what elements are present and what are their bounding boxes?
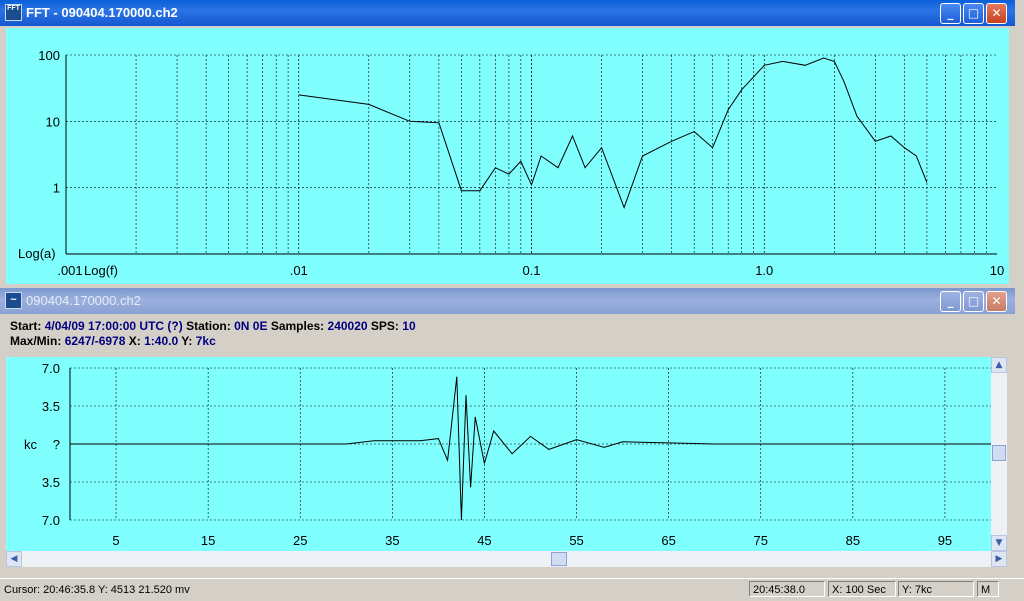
fft-plot-area[interactable]: 100 10 1 Log(a) .001 .01 0.1 1.0 10 Log(f) (6, 28, 1009, 284)
close-button[interactable]: ✕ (986, 3, 1007, 24)
maxmin-value: 6247/-6978 (64, 334, 126, 348)
seis-window-title: 090404.170000.ch2 (26, 293, 141, 308)
fft-y-axis-label: Log(a) (18, 246, 56, 261)
samples-label: Samples: (270, 319, 325, 333)
minimize-button[interactable]: _ (940, 291, 961, 312)
fft-y-tick-label: 1 (53, 181, 60, 196)
seis-x-tick-label: 95 (938, 533, 952, 548)
seis-x-tick-label: 25 (293, 533, 307, 548)
vertical-scroll-thumb[interactable] (992, 445, 1006, 461)
fft-x-tick-label: .001 (57, 263, 82, 278)
status-y-scale: Y: 7kc (898, 581, 974, 597)
seis-y-tick-label: 7.0 (42, 361, 60, 376)
seismogram-chart: 7.0 3.5? 3.5 7.0 kc 5 15 25 35 45 55 65 75 85 95 (24, 361, 991, 548)
scroll-down-button[interactable]: ▼ (991, 535, 1007, 551)
seis-y-tick-label: 3.5 (42, 475, 60, 490)
seis-x-tick-label: 5 (112, 533, 119, 548)
status-mode: M (977, 581, 999, 597)
scroll-left-button[interactable]: ◀ (6, 551, 22, 567)
station-label: Station: (186, 319, 231, 333)
fft-x-tick-label: 10 (990, 263, 1004, 278)
seis-title-bar[interactable]: ~ 090404.170000.ch2 _ □ ✕ (0, 288, 1015, 314)
seis-x-tick-label: 15 (201, 533, 215, 548)
close-button[interactable]: ✕ (986, 291, 1007, 312)
maxmin-label: Max/Min: (10, 334, 62, 348)
x-scale-value: 1:40.0 (144, 334, 179, 348)
status-x-scale: X: 100 Sec (828, 581, 896, 597)
x-scale-label: X: (128, 334, 141, 348)
seis-app-icon[interactable]: ~ (5, 292, 22, 309)
station-value: 0N 0E (234, 319, 268, 333)
seis-x-tick-label: 35 (385, 533, 399, 548)
seis-unit-label: kc (24, 437, 38, 452)
fft-y-tick-label: 100 (38, 48, 60, 63)
fft-x-tick-label: 1.0 (755, 263, 773, 278)
fft-window-title: FFT - 090404.170000.ch2 (26, 5, 178, 20)
seis-x-tick-label: 75 (754, 533, 768, 548)
fft-y-tick-label: 10 (46, 114, 60, 129)
info-row-1: Start: 4/04/09 17:00:00 UTC (?) Station:… (10, 319, 416, 333)
horizontal-scroll-thumb[interactable] (551, 552, 567, 566)
y-scale-value: 7kc (195, 334, 216, 348)
fft-window: FFT FFT - 090404.170000.ch2 _ □ ✕ 100 10 1… (0, 0, 1015, 288)
status-bar: Cursor: 20:46:35.8 Y: 4513 21.520 mv 20:… (0, 578, 1024, 601)
start-value: 4/04/09 17:00:00 UTC (?) (44, 319, 183, 333)
minimize-button[interactable]: _ (940, 3, 961, 24)
info-row-2: Max/Min: 6247/-6978 X: 1:40.0 Y: 7kc (10, 334, 216, 348)
sps-value: 10 (402, 319, 416, 333)
start-label: Start: (10, 319, 42, 333)
status-cursor: Cursor: 20:46:35.8 Y: 4513 21.520 mv (4, 584, 190, 596)
fft-spectrum-line (298, 57, 928, 210)
y-scale-label: Y: (181, 334, 193, 348)
fft-title-bar[interactable]: FFT FFT - 090404.170000.ch2 _ □ ✕ (0, 0, 1015, 26)
seis-x-tick-label: 55 (569, 533, 583, 548)
samples-value: 240020 (327, 319, 368, 333)
vertical-scrollbar[interactable]: ▲ ▼ (991, 357, 1007, 551)
fft-x-axis-label: Log(f) (84, 263, 118, 278)
maximize-button[interactable]: □ (963, 3, 984, 24)
seis-info-bar: Start: 4/04/09 17:00:00 UTC (?) Station:… (6, 318, 1018, 350)
status-time: 20:45:38.0 (749, 581, 825, 597)
seismogram-plot-area[interactable]: 7.0 3.5? 3.5 7.0 kc 5 15 25 35 45 55 65 75 85 95 (6, 357, 991, 551)
seis-y-tick-label: ? (53, 437, 60, 452)
scroll-right-button[interactable]: ▶ (991, 551, 1007, 567)
fft-x-tick-label: .01 (290, 263, 308, 278)
fft-chart: 100 10 1 Log(a).001 .01 0.1 1.0 10 Log(f) (18, 48, 1004, 278)
seis-x-tick-label: 45 (477, 533, 491, 548)
seis-x-tick-label: 85 (846, 533, 860, 548)
seis-x-tick-label: 65 (661, 533, 675, 548)
fft-x-tick-label: 0.1 (522, 263, 540, 278)
horizontal-scrollbar[interactable]: ◀ ▶ (6, 551, 1007, 567)
scroll-up-button[interactable]: ▲ (991, 357, 1007, 373)
fft-app-icon[interactable]: FFT (5, 4, 22, 21)
sps-label: SPS: (370, 319, 399, 333)
seis-y-tick-label: 3.5 (42, 399, 60, 414)
seis-y-tick-label: 7.0 (42, 513, 60, 528)
maximize-button[interactable]: □ (963, 291, 984, 312)
